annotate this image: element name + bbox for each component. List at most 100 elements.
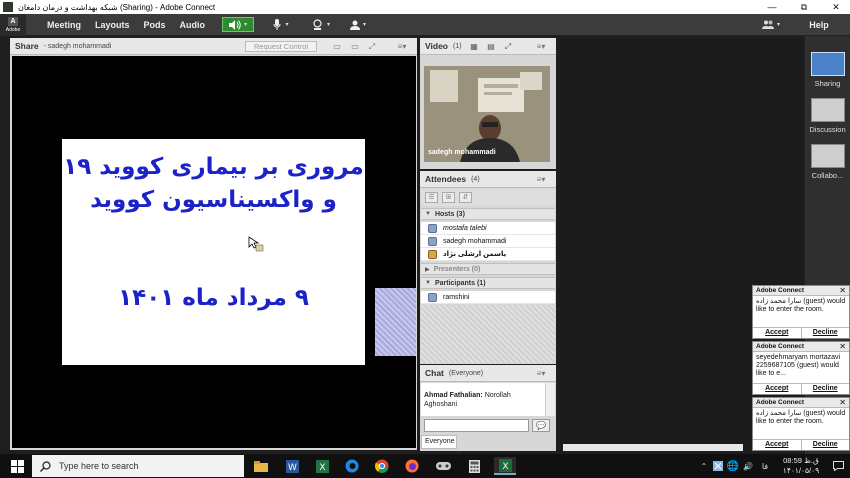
- adobe-connect-taskbar-icon[interactable]: X: [494, 457, 516, 475]
- list-item[interactable]: mostafa talebi: [421, 222, 555, 235]
- attendees-options-icon[interactable]: ≡▾: [534, 174, 548, 185]
- list-view-icon[interactable]: ☰: [425, 192, 438, 203]
- video-options-icon[interactable]: ≡▾: [534, 41, 548, 52]
- chat-tab-everyone[interactable]: Everyone: [421, 435, 457, 449]
- collaboration-layout-icon: [810, 144, 845, 168]
- slide-line-1: مروری بر بیماری کووید ۱۹: [63, 154, 364, 180]
- menu-pods[interactable]: Pods: [137, 20, 173, 30]
- expand-arrow-icon: ▼: [425, 211, 431, 217]
- attendees-empty-area: [421, 305, 555, 363]
- decline-button[interactable]: Decline: [802, 384, 850, 394]
- edge-browser-icon[interactable]: [343, 457, 361, 475]
- accept-button[interactable]: Accept: [753, 328, 802, 338]
- app-icon: [3, 2, 13, 12]
- close-icon[interactable]: ✕: [839, 342, 846, 351]
- breakout-icon[interactable]: ⊞: [442, 192, 455, 203]
- notifications-icon[interactable]: [830, 457, 846, 475]
- accept-button[interactable]: Accept: [753, 440, 802, 450]
- video-count: (1): [453, 42, 462, 50]
- presenters-section[interactable]: ▶ Presenters (0): [421, 263, 555, 275]
- calculator-icon[interactable]: [465, 457, 483, 475]
- firefox-browser-icon[interactable]: [403, 457, 421, 475]
- tray-overflow-icon[interactable]: ⌃: [698, 457, 710, 475]
- list-item[interactable]: ramshini: [421, 291, 555, 304]
- search-icon: [40, 460, 51, 472]
- microphone-toggle[interactable]: ▾: [266, 17, 296, 32]
- excel-icon[interactable]: X: [313, 457, 331, 475]
- layout-discussion[interactable]: Discussion: [805, 98, 850, 134]
- list-item[interactable]: sadegh mohammadi: [421, 235, 555, 248]
- close-button[interactable]: ✕: [822, 0, 850, 14]
- layout-collaboration[interactable]: Collabo...: [805, 144, 850, 180]
- speaker-icon: [228, 19, 241, 30]
- status-view-icon[interactable]: ⇵: [459, 192, 472, 203]
- taskbar-search[interactable]: Type here to search: [32, 455, 244, 477]
- full-screen-icon[interactable]: ▭: [349, 41, 361, 52]
- accept-button[interactable]: Accept: [753, 384, 802, 394]
- chrome-browser-icon[interactable]: [373, 457, 391, 475]
- role-menu[interactable]: ▾: [759, 17, 783, 32]
- layout-sharing[interactable]: Sharing: [805, 52, 850, 88]
- adobe-logo: A Adobe: [0, 13, 26, 36]
- network-globe-icon[interactable]: 🌐: [727, 457, 739, 475]
- chat-options-icon[interactable]: ≡▾: [534, 368, 548, 379]
- tray-app-icon[interactable]: [712, 457, 724, 475]
- chat-pod-title: Chat: [425, 368, 444, 378]
- close-icon[interactable]: ✕: [839, 398, 846, 407]
- host-user-icon: [428, 223, 437, 233]
- help-menu[interactable]: Help: [804, 17, 834, 32]
- svg-text:W: W: [288, 463, 297, 473]
- windows-start-icon[interactable]: [8, 457, 26, 475]
- status-toggle[interactable]: ▾: [346, 17, 370, 32]
- collapse-arrow-icon: ▶: [425, 266, 430, 273]
- fullscreen-video-icon[interactable]: ⤢: [502, 41, 514, 52]
- horizontal-scrollbar[interactable]: [563, 444, 743, 451]
- input-language[interactable]: فا: [758, 457, 772, 475]
- menu-layouts[interactable]: Layouts: [88, 20, 137, 30]
- filmstrip-view-icon[interactable]: ▤: [484, 41, 498, 52]
- request-control-button[interactable]: Request Control: [245, 41, 317, 52]
- webcam-toggle[interactable]: ▾: [306, 17, 336, 32]
- hosts-section[interactable]: ▼ Hosts (3): [421, 208, 555, 220]
- speaker-toggle[interactable]: ▾: [222, 17, 254, 32]
- video-pod-header: Video (1) ▦ ▤ ⤢ ≡▾: [420, 38, 556, 55]
- shared-window-edge: [375, 288, 416, 356]
- maximize-button[interactable]: ⧉: [790, 0, 818, 14]
- svg-text:X: X: [319, 463, 325, 473]
- volume-icon[interactable]: 🔊: [742, 457, 754, 475]
- entry-request-notification: Adobe Connect ✕ seyedehmaryam mortazavi …: [752, 341, 850, 395]
- sharing-layout-icon: [810, 52, 845, 76]
- menu-meeting[interactable]: Meeting: [40, 20, 88, 30]
- chat-sender: Ahmad Fathalian:: [424, 392, 483, 399]
- svg-text:X: X: [502, 462, 508, 472]
- slide: مروری بر بیماری کووید ۱۹ و واکسیناسیون ک…: [62, 139, 365, 365]
- share-pod-title: Share: [15, 41, 39, 51]
- chat-scrollbar[interactable]: [545, 383, 555, 416]
- decline-button[interactable]: Decline: [802, 328, 850, 338]
- grid-view-icon[interactable]: ▦: [468, 41, 480, 52]
- decline-button[interactable]: Decline: [802, 440, 850, 450]
- entry-request-notification: Adobe Connect ✕ سارا محمد زاده (guest) w…: [752, 397, 850, 451]
- entry-request-notification: Adobe Connect ✕ سارا محمد زاده (guest) w…: [752, 285, 850, 339]
- pod-options-icon[interactable]: ≡▾: [395, 41, 409, 52]
- users-icon: [761, 20, 774, 29]
- expand-icon[interactable]: ⤢: [366, 41, 378, 52]
- system-clock[interactable]: 08:59 ق.ظ ۱۴۰۱/۰۵/۰۹: [776, 456, 826, 476]
- chat-pod-header: Chat (Everyone) ≡▾: [420, 365, 556, 382]
- discussion-layout-icon: [810, 98, 845, 122]
- send-message-icon[interactable]: 💬: [532, 419, 550, 432]
- close-icon[interactable]: ✕: [839, 286, 846, 295]
- game-controller-icon[interactable]: [434, 457, 452, 475]
- word-icon[interactable]: W: [283, 457, 301, 475]
- minimize-button[interactable]: —: [758, 0, 786, 14]
- menu-audio[interactable]: Audio: [173, 20, 213, 30]
- clock-date: ۱۴۰۱/۰۵/۰۹: [782, 465, 820, 475]
- video-name-label: sadegh mohammadi: [428, 149, 496, 156]
- file-explorer-icon[interactable]: [252, 457, 270, 475]
- attendees-pod-title: Attendees: [425, 174, 467, 184]
- chat-input[interactable]: [424, 419, 529, 432]
- participants-section[interactable]: ▼ Participants (1): [421, 277, 555, 289]
- fit-width-icon[interactable]: ▭: [331, 41, 343, 52]
- expand-arrow-icon: ▼: [425, 280, 431, 286]
- list-item[interactable]: یاسمن ارشلی نژاد: [421, 248, 555, 261]
